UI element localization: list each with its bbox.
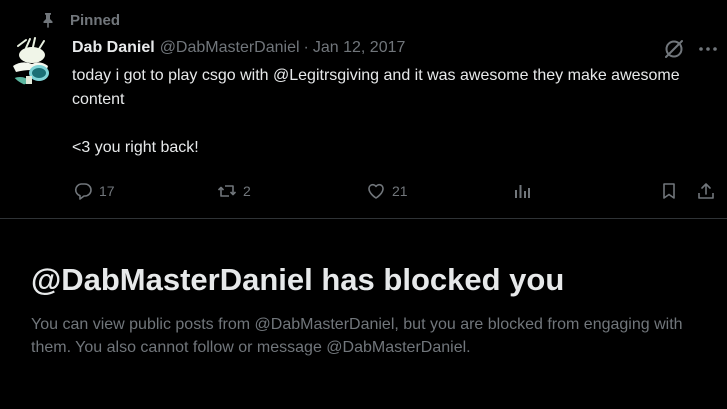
post-date[interactable]: Jan 12, 2017 (313, 39, 406, 57)
separator-dot: · (303, 39, 309, 56)
pin-icon (43, 13, 53, 28)
post-header: Dab Daniel @DabMasterDaniel · Jan 12, 20… (72, 38, 405, 58)
repost-button[interactable]: 2 (217, 178, 251, 204)
bookmark-button[interactable] (659, 178, 679, 204)
reply-icon (74, 183, 92, 200)
post-text: today i got to play csgo with @Legitrsgi… (72, 64, 712, 160)
repost-icon (217, 185, 237, 197)
views-chart-icon (515, 185, 530, 198)
more-options-icon[interactable] (697, 38, 719, 60)
share-icon (698, 183, 714, 199)
grok-icon[interactable] (663, 38, 685, 60)
author-handle[interactable]: @DabMasterDaniel (160, 39, 300, 57)
bookmark-icon (663, 183, 675, 199)
section-divider (0, 218, 727, 219)
share-button[interactable] (696, 178, 716, 204)
blocked-heading: @DabMasterDaniel has blocked you (31, 262, 565, 297)
heart-icon (368, 183, 384, 199)
post-text-line: today i got to play csgo with @Legitrsgi… (72, 67, 680, 108)
post-text-line: <3 you right back! (72, 139, 199, 156)
reply-button[interactable]: 17 (73, 178, 115, 204)
like-button[interactable]: 21 (366, 178, 408, 204)
views-button[interactable] (512, 178, 532, 204)
post-actions: 17 2 21 (0, 178, 727, 204)
blocked-message: You can view public posts from @DabMaste… (31, 316, 683, 356)
like-count: 21 (392, 183, 408, 199)
pinned-label: Pinned (70, 11, 121, 29)
reply-count: 17 (99, 183, 115, 199)
avatar-image (8, 36, 58, 86)
repost-count: 2 (243, 183, 251, 199)
pinned-post[interactable]: Pinned Dab Daniel @DabMasterDaniel · Jan… (0, 0, 727, 218)
author-name[interactable]: Dab Daniel (72, 39, 155, 57)
pinned-indicator: Pinned (40, 10, 120, 30)
avatar[interactable] (8, 36, 58, 86)
